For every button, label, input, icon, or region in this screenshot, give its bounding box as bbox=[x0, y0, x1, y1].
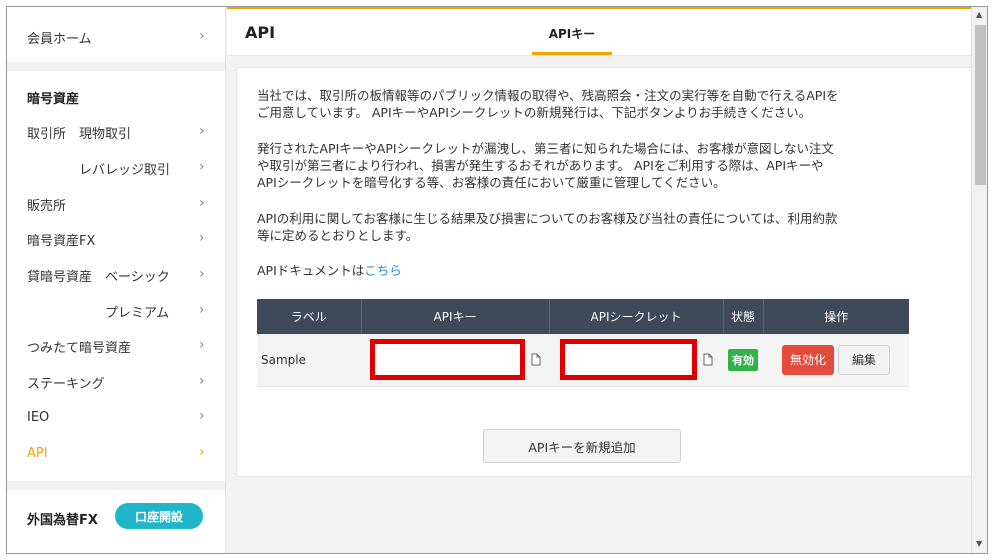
page-title: API bbox=[245, 23, 276, 42]
table-row: Sample 有効 無効化 編集 bbox=[257, 334, 909, 387]
sidebar-item-crypto-fx[interactable]: 暗号資産FX › bbox=[7, 222, 225, 256]
redacted-api-secret bbox=[559, 339, 697, 381]
sidebar-item-exchange-spot[interactable]: 取引所 現物取引 › bbox=[7, 115, 225, 149]
add-api-key-button[interactable]: APIキーを新規追加 bbox=[483, 429, 681, 463]
redacted-api-key bbox=[369, 339, 525, 381]
column-header-actions: 操作 bbox=[763, 299, 909, 334]
chevron-right-icon: › bbox=[199, 302, 205, 318]
sidebar-heading-crypto: 暗号資産 bbox=[27, 92, 80, 107]
scroll-up-icon[interactable]: ▲ bbox=[976, 10, 982, 19]
vertical-scrollbar[interactable]: ▲ ▼ bbox=[971, 7, 987, 553]
sidebar-item-label: つみたて暗号資産 bbox=[27, 340, 132, 356]
warning-paragraph: 発行されたAPIキーやAPIシークレットが漏洩し、第三者に知られた場合には、お客… bbox=[257, 140, 917, 191]
disable-button[interactable]: 無効化 bbox=[781, 344, 834, 375]
column-header-status: 状態 bbox=[723, 299, 764, 334]
status-cell: 有効 bbox=[723, 334, 763, 387]
chevron-right-icon: › bbox=[199, 337, 205, 353]
chevron-right-icon: › bbox=[199, 159, 205, 175]
text-line: や取引が第三者により行われ、損害が発生するおそれがあります。 APIをご利用する… bbox=[257, 158, 824, 173]
doc-prefix: APIドキュメントは bbox=[257, 263, 365, 278]
sidebar-heading-forex: 外国為替FX bbox=[27, 513, 98, 528]
text-line: 発行されたAPIキーやAPIシークレットが漏洩し、第三者に知られた場合には、お客… bbox=[257, 141, 835, 156]
copy-icon[interactable] bbox=[531, 353, 541, 366]
chevron-right-icon: › bbox=[199, 444, 205, 460]
sidebar-item-lending-premium[interactable]: プレミアム › bbox=[7, 294, 225, 328]
terms-paragraph: APIの利用に関してお客様に生じる結果及び損害についてのお客様及び当社の責任につ… bbox=[257, 210, 917, 244]
api-key-cell bbox=[361, 334, 549, 387]
sidebar-item-label: 販売所 bbox=[27, 198, 67, 214]
sidebar-item-label: API bbox=[27, 445, 48, 461]
actions-cell: 無効化 編集 bbox=[763, 334, 909, 387]
chevron-right-icon: › bbox=[199, 230, 205, 246]
sidebar-divider bbox=[7, 62, 225, 71]
open-account-button[interactable]: 口座開設 bbox=[115, 503, 203, 529]
sidebar-divider bbox=[7, 481, 225, 490]
sidebar-item-label: ベーシック bbox=[105, 269, 170, 285]
sidebar-item-label: 取引所 bbox=[27, 126, 67, 142]
table-header-row: ラベル APIキー APIシークレット 状態 操作 bbox=[257, 299, 909, 334]
sidebar-item-label: 貸暗号資産 bbox=[27, 269, 93, 285]
status-badge: 有効 bbox=[728, 348, 758, 371]
sidebar-item-label: プレミアム bbox=[105, 305, 170, 321]
page-header: API APIキー bbox=[227, 9, 971, 56]
chevron-right-icon: › bbox=[199, 408, 205, 424]
text-line: ご用意しています。 APIキーやAPIシークレットの新規発行は、下記ボタンよりお… bbox=[257, 105, 812, 120]
sidebar-item-home[interactable]: 会員ホーム › bbox=[7, 20, 225, 54]
chevron-right-icon: › bbox=[199, 373, 205, 389]
column-header-api-key: APIキー bbox=[361, 299, 550, 334]
intro-paragraph: 当社では、取引所の板情報等のパブリック情報の取得や、残高照会・注文の実行等を自動… bbox=[257, 87, 917, 121]
sidebar: 会員ホーム › 暗号資産 取引所 現物取引 › レバレッジ取引 › 販売所 › … bbox=[7, 7, 226, 553]
edit-button[interactable]: 編集 bbox=[838, 344, 891, 375]
sidebar-item-ieo[interactable]: IEO › bbox=[7, 400, 225, 434]
browser-viewport: 会員ホーム › 暗号資産 取引所 現物取引 › レバレッジ取引 › 販売所 › … bbox=[6, 6, 988, 554]
row-label: Sample bbox=[257, 334, 361, 387]
chevron-right-icon: › bbox=[199, 266, 205, 282]
scrollbar-thumb[interactable] bbox=[975, 25, 986, 185]
text-line: 等に定めるとおりとします。 bbox=[257, 228, 419, 243]
sidebar-item-exchange-leverage[interactable]: レバレッジ取引 › bbox=[7, 151, 225, 185]
sidebar-item-label: IEO bbox=[27, 409, 50, 425]
text-line: 当社では、取引所の板情報等のパブリック情報の取得や、残高照会・注文の実行等を自動… bbox=[257, 88, 839, 103]
sidebar-item-staking[interactable]: ステーキング › bbox=[7, 365, 225, 399]
api-secret-cell bbox=[549, 334, 723, 387]
sidebar-item-lending-basic[interactable]: 貸暗号資産 ベーシック › bbox=[7, 258, 225, 292]
copy-icon[interactable] bbox=[703, 353, 713, 366]
api-document-link[interactable]: こちら bbox=[364, 263, 402, 278]
chevron-right-icon: › bbox=[199, 123, 205, 139]
column-header-api-secret: APIシークレット bbox=[549, 299, 724, 334]
sidebar-item-label: 会員ホーム bbox=[27, 31, 92, 47]
column-header-label: ラベル bbox=[257, 299, 362, 334]
sidebar-item-label: 現物取引 bbox=[79, 126, 132, 142]
sidebar-item-label: レバレッジ取引 bbox=[79, 162, 171, 178]
sidebar-item-tsumitate[interactable]: つみたて暗号資産 › bbox=[7, 329, 225, 363]
chevron-right-icon: › bbox=[199, 28, 205, 44]
api-card: 当社では、取引所の板情報等のパブリック情報の取得や、残高照会・注文の実行等を自動… bbox=[236, 67, 984, 477]
main-content: API APIキー 当社では、取引所の板情報等のパブリック情報の取得や、残高照会… bbox=[227, 7, 984, 553]
sidebar-item-api[interactable]: API › bbox=[7, 436, 225, 470]
sidebar-item-label: ステーキング bbox=[27, 376, 105, 392]
doc-line: APIドキュメントはこちら bbox=[257, 262, 917, 279]
api-key-table: ラベル APIキー APIシークレット 状態 操作 Sample 有効 無効化 … bbox=[257, 299, 909, 387]
tab-active-indicator bbox=[532, 52, 612, 55]
text-line: APIの利用に関してお客様に生じる結果及び損害についてのお客様及び当社の責任につ… bbox=[257, 211, 838, 226]
sidebar-item-sales[interactable]: 販売所 › bbox=[7, 187, 225, 221]
text-line: APIシークレットを暗号化する等、お客様の責任において厳重に管理してください。 bbox=[257, 175, 726, 190]
scroll-down-icon[interactable]: ▼ bbox=[976, 539, 982, 548]
sidebar-item-label: 暗号資産FX bbox=[27, 233, 96, 249]
tab-api-key[interactable]: APIキー bbox=[532, 25, 612, 42]
chevron-right-icon: › bbox=[199, 195, 205, 211]
